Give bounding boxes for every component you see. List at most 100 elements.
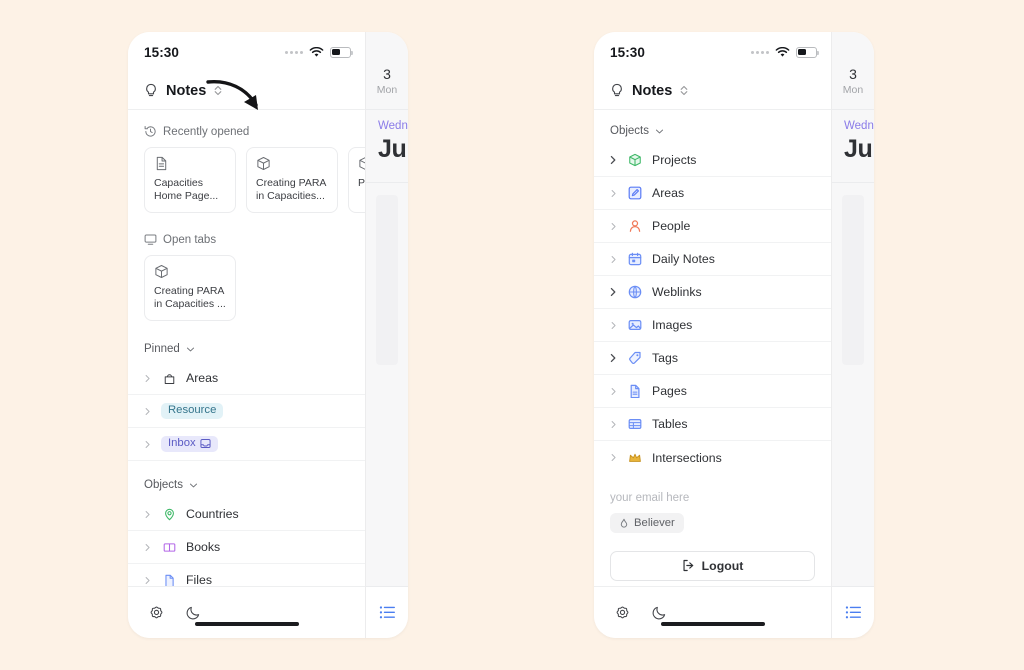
object-item-tags[interactable]: Tags — [594, 342, 831, 375]
recently-opened-cards: Capacities Home Page... Creating PARA in… — [128, 145, 365, 217]
signal-dots-icon — [285, 50, 303, 54]
objects-section-header[interactable]: Objects — [594, 118, 831, 144]
object-item-projects[interactable]: Projects — [594, 144, 831, 177]
chevron-right-icon[interactable] — [608, 321, 618, 330]
chevron-right-icon[interactable] — [608, 189, 618, 198]
recent-card[interactable]: Proj — [348, 147, 365, 213]
space-title[interactable]: Notes — [632, 83, 672, 99]
lightbulb-icon — [612, 83, 622, 96]
object-item-weblinks[interactable]: Weblinks — [594, 276, 831, 309]
object-item-label: Daily Notes — [652, 252, 715, 266]
status-badge: Resource — [161, 402, 224, 420]
object-item-files[interactable]: Files — [128, 564, 365, 586]
recently-opened-label: Recently opened — [163, 125, 250, 138]
list-icon[interactable] — [845, 605, 862, 620]
peek-month: Jur — [844, 135, 874, 163]
gear-icon[interactable] — [614, 604, 631, 621]
peek-day-number: 3 — [849, 66, 857, 82]
book-icon — [161, 541, 177, 554]
left-phone-mockup: 15:30 Notes Recently opened Capacities H… — [128, 32, 408, 638]
pinned-item-inbox[interactable]: Inbox — [128, 428, 365, 461]
pinned-item-areas[interactable]: Areas — [128, 362, 365, 395]
peek-footer — [366, 586, 408, 638]
flame-icon — [620, 518, 628, 528]
object-item-people[interactable]: People — [594, 210, 831, 243]
chevron-right-icon[interactable] — [142, 374, 152, 383]
open-tabs-header[interactable]: Open tabs — [128, 217, 365, 253]
box-icon — [155, 265, 168, 278]
object-item-label: Intersections — [652, 450, 722, 465]
page-icon — [627, 384, 643, 398]
chevron-right-icon[interactable] — [608, 453, 618, 462]
list-icon[interactable] — [379, 605, 396, 620]
recent-card-title: Proj — [358, 177, 365, 189]
open-tab-card[interactable]: Creating PARA in Capacities ... — [144, 255, 236, 321]
status-time: 15:30 — [144, 44, 180, 60]
recent-card[interactable]: Creating PARA in Capacities... — [246, 147, 338, 213]
recent-card[interactable]: Capacities Home Page... — [144, 147, 236, 213]
account-email[interactable]: your email here — [610, 492, 815, 504]
pinned-section-header[interactable]: Pinned — [128, 325, 365, 362]
object-item-label: Weblinks — [652, 285, 702, 299]
peek-divider — [366, 182, 408, 183]
chevron-down-icon — [655, 129, 664, 133]
object-item-label: Areas — [652, 186, 685, 200]
object-item-daily-notes[interactable]: Daily Notes — [594, 243, 831, 276]
objects-section-header[interactable]: Objects — [128, 461, 365, 498]
moon-icon[interactable] — [651, 604, 668, 621]
pinned-item-resource[interactable]: Resource — [128, 395, 365, 428]
object-item-countries[interactable]: Countries — [128, 498, 365, 531]
chevron-right-icon[interactable] — [142, 510, 152, 519]
object-item-label: Pages — [652, 384, 687, 398]
chevron-right-icon[interactable] — [608, 222, 618, 231]
left-sidebar-body: Recently opened Capacities Home Page... — [128, 110, 365, 586]
chevron-right-icon[interactable] — [142, 440, 152, 449]
peek-divider — [832, 182, 874, 183]
right-content-peek[interactable]: 3 Mon Wedne Jur — [831, 32, 874, 638]
chevron-right-icon[interactable] — [608, 155, 618, 165]
status-bar: 15:30 — [594, 32, 831, 72]
object-item-label: Tables — [652, 417, 688, 431]
object-item-tables[interactable]: Tables — [594, 408, 831, 441]
chevron-right-icon[interactable] — [608, 255, 618, 264]
object-item-intersections[interactable]: Intersections — [594, 441, 831, 474]
home-indicator — [194, 621, 299, 626]
recently-opened-header[interactable]: Recently opened — [128, 118, 365, 145]
open-tabs-label: Open tabs — [163, 233, 217, 246]
gear-icon[interactable] — [148, 604, 165, 621]
chevron-down-icon — [189, 483, 198, 487]
signal-dots-icon — [751, 50, 769, 54]
chevron-right-icon[interactable] — [608, 387, 618, 396]
object-item-books[interactable]: Books — [128, 531, 365, 564]
chevron-right-icon[interactable] — [608, 420, 618, 429]
chevron-right-icon[interactable] — [142, 576, 152, 585]
logout-button[interactable]: Logout — [610, 550, 815, 581]
chevron-updown-icon[interactable] — [214, 85, 222, 96]
object-item-images[interactable]: Images — [594, 309, 831, 342]
left-sidebar: 15:30 Notes Recently opened Capacities H… — [128, 32, 365, 638]
right-app-header: Notes — [594, 72, 831, 110]
space-title[interactable]: Notes — [166, 83, 206, 99]
account-section: your email here Believer — [594, 474, 831, 534]
right-sidebar: 15:30 Notes Objects Projects Areas Peopl… — [594, 32, 831, 638]
object-item-label: People — [652, 219, 691, 233]
object-item-areas[interactable]: Areas — [594, 177, 831, 210]
peek-weekday: Wedne — [378, 120, 408, 132]
chevron-right-icon[interactable] — [142, 543, 152, 552]
pinned-item-label: Areas — [186, 371, 219, 385]
pinned-item-label: Inbox — [168, 437, 196, 450]
crown-icon — [627, 451, 643, 465]
plan-badge: Believer — [610, 513, 684, 533]
object-item-pages[interactable]: Pages — [594, 375, 831, 408]
status-indicators — [751, 46, 819, 58]
chevron-right-icon[interactable] — [142, 407, 152, 416]
moon-icon[interactable] — [185, 604, 202, 621]
peek-placeholder-block — [376, 195, 398, 365]
chevron-right-icon[interactable] — [608, 287, 618, 297]
recent-card-title: Creating PARA in Capacities... — [256, 177, 326, 202]
box-icon — [359, 157, 365, 170]
left-sidebar-footer — [128, 586, 365, 638]
chevron-updown-icon[interactable] — [680, 85, 688, 96]
left-content-peek[interactable]: 3 Mon Wedne Jur — [365, 32, 408, 638]
chevron-right-icon[interactable] — [608, 353, 618, 363]
